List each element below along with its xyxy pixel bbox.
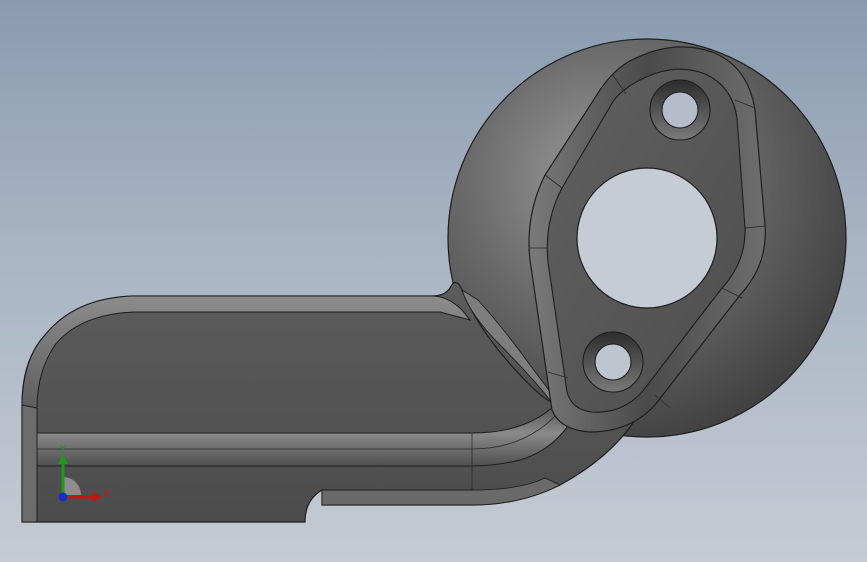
center-bore (576, 167, 718, 309)
bolt-hole-upper (661, 91, 699, 129)
bolt-hole-lower (594, 343, 632, 381)
triad-label-y: Y (59, 444, 67, 455)
triad-z-axis (58, 492, 68, 502)
triad-label-x: X (103, 489, 110, 500)
arm-front-face (21, 404, 38, 523)
model-view: X Y (21, 38, 847, 523)
cad-viewport[interactable]: X Y (0, 0, 867, 562)
